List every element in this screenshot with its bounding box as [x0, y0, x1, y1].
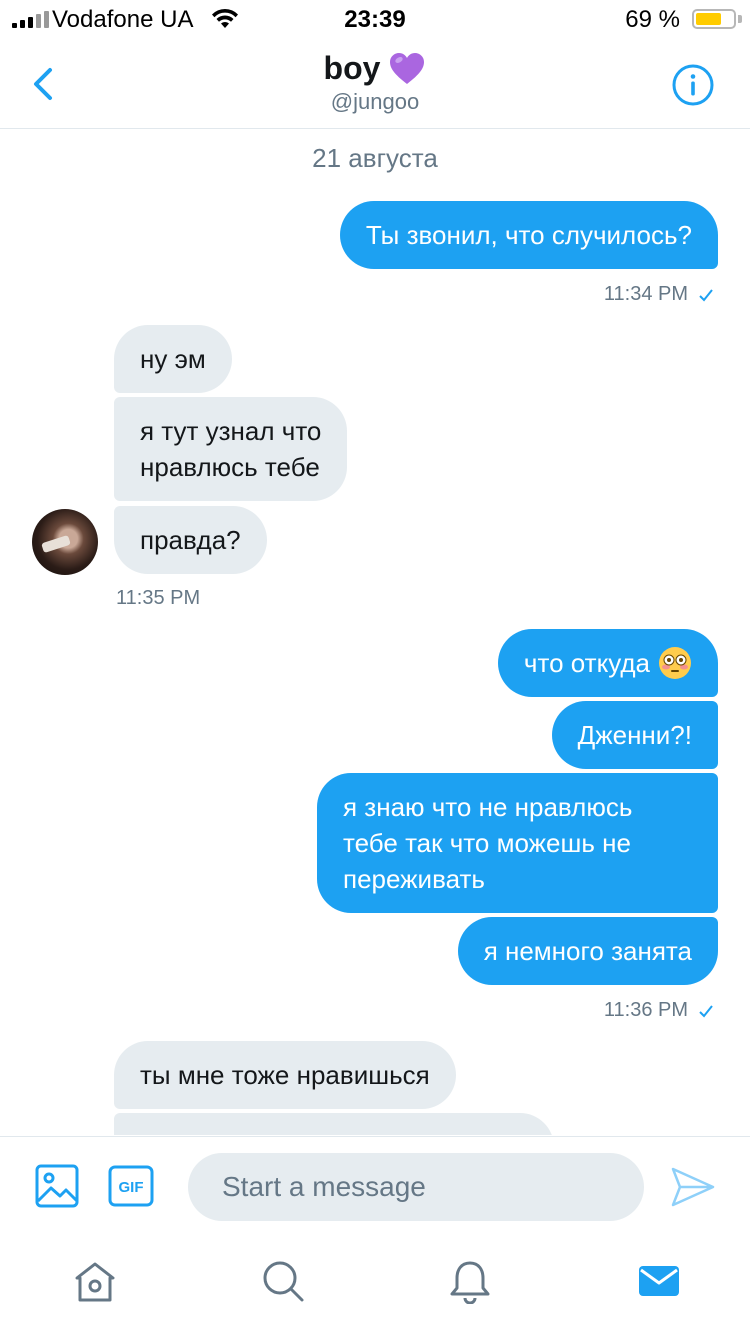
date-separator: 21 августа — [312, 143, 438, 173]
send-icon[interactable] — [670, 1165, 716, 1209]
conversation-title: boy — [324, 50, 427, 87]
message-thread[interactable]: 21 августа Ты звонил, что случилось? 11:… — [0, 129, 750, 1135]
message-bubble-received[interactable]: ну эм — [114, 325, 232, 393]
message-bubble-received[interactable]: ты мне тоже нравишься — [114, 1041, 456, 1109]
message-text-line: я тут узнал что — [140, 416, 322, 446]
message-bubble-sent[interactable]: я знаю что не нравлюсь тебе так что може… — [317, 773, 718, 913]
info-button[interactable] — [672, 64, 714, 106]
message-bubble-received[interactable]: я тут узнал что нравлюсь тебе — [114, 397, 348, 501]
message-text-line: переживать — [343, 864, 485, 894]
flushed-face-emoji-icon — [659, 647, 691, 680]
compose-bar: GIF — [0, 1136, 750, 1237]
status-bar: Vodafone UA 23:39 69 % — [0, 0, 750, 40]
message-text: что откуда — [523, 648, 650, 678]
notifications-bell-icon[interactable] — [447, 1258, 493, 1304]
search-icon[interactable] — [260, 1258, 306, 1304]
contact-avatar[interactable] — [32, 509, 98, 575]
message-timestamp: 11:35 PM — [116, 587, 200, 610]
home-icon[interactable] — [72, 1258, 118, 1304]
message-bubble-sent[interactable]: что откуда — [497, 629, 718, 697]
message-text: Ты звонил, что случилось? — [365, 220, 692, 250]
battery-icon — [692, 9, 736, 29]
messages-envelope-icon[interactable] — [636, 1258, 682, 1304]
message-text: Дженни?! — [577, 720, 692, 750]
battery-nub — [738, 15, 742, 23]
message-timestamp: 11:36 PM — [604, 999, 714, 1022]
timestamp-text: 11:36 PM — [603, 999, 688, 1021]
contact-handle: @jungoo — [330, 89, 420, 114]
message-text: ну эм — [140, 344, 206, 374]
conversation-header: boy @jungoo — [0, 40, 750, 129]
message-text-line: я знаю что не нравлюсь — [343, 792, 633, 822]
message-bubble-sent[interactable]: Ты звонил, что случилось? — [339, 201, 718, 269]
purple-heart-icon — [390, 52, 425, 84]
sent-check-icon — [699, 1004, 713, 1017]
battery-percentage: 69 % — [625, 6, 680, 33]
gif-icon[interactable]: GIF — [108, 1165, 154, 1207]
message-bubble-sent[interactable]: я немного занята — [457, 917, 718, 985]
message-bubble-received[interactable]: правда? — [114, 506, 267, 574]
contact-display-name: boy — [323, 50, 381, 86]
message-text-line: тебе так что можешь не — [343, 828, 631, 858]
timestamp-text: 11:35 PM — [116, 587, 201, 609]
message-timestamp: 11:34 PM — [604, 283, 714, 306]
message-bubble-sent[interactable]: Дженни?! — [551, 701, 718, 769]
message-text: правда? — [140, 525, 241, 555]
conversation-title-block[interactable]: boy @jungoo — [0, 50, 750, 115]
message-input[interactable] — [188, 1153, 644, 1221]
sent-check-icon — [699, 288, 713, 301]
battery-level-fill — [696, 13, 721, 25]
message-text: я немного занята — [483, 936, 692, 966]
svg-text:GIF: GIF — [119, 1179, 144, 1196]
message-text-line: нравлюсь тебе — [140, 452, 320, 482]
image-upload-icon[interactable] — [34, 1163, 80, 1209]
timestamp-text: 11:34 PM — [603, 283, 688, 305]
message-bubble-received-partial[interactable] — [114, 1113, 554, 1135]
bottom-tab-bar — [0, 1236, 750, 1334]
message-text: ты мне тоже нравишься — [140, 1060, 430, 1090]
